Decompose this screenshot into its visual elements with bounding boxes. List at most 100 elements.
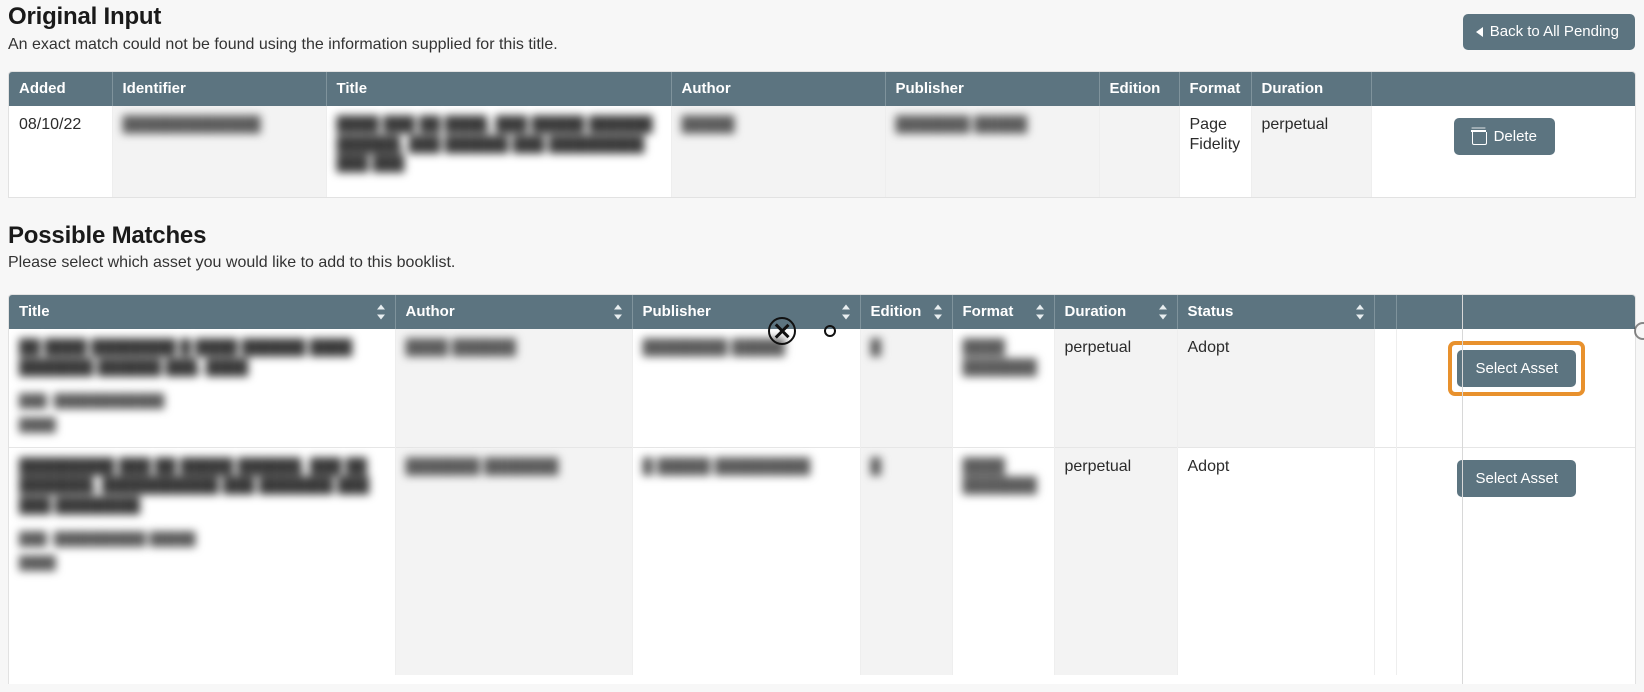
cell-spacer xyxy=(1374,446,1397,675)
sort-arrows-icon xyxy=(1035,304,1045,320)
col-header-author-label: Author xyxy=(405,303,455,320)
cell-added: 08/10/22 xyxy=(9,106,113,197)
cell-format: Page Fidelity xyxy=(1179,106,1252,197)
select-asset-label: Select Asset xyxy=(1475,360,1559,377)
col-header-publisher: Publisher xyxy=(885,72,1100,106)
col-header-title: Title xyxy=(326,72,672,106)
redacted-author: ████ ██████ xyxy=(405,339,516,356)
redacted-title-meta-2: ████ xyxy=(19,554,56,570)
small-circle-marker-icon xyxy=(824,325,836,337)
table-gutter-divider xyxy=(1462,294,1463,684)
redacted-publisher: ████████ █████ xyxy=(642,339,785,356)
cell-format: ████ ███████ xyxy=(952,446,1055,675)
redacted-identifier: █████████████ xyxy=(122,116,261,133)
col-header-publisher[interactable]: Publisher xyxy=(632,295,861,329)
col-header-identifier: Identifier xyxy=(112,72,327,106)
possible-matches-table-wrapper: Title Author Publisher Edition Format Du… xyxy=(8,294,1636,684)
back-to-all-pending-button[interactable]: Back to All Pending xyxy=(1462,14,1635,50)
back-button-label: Back to All Pending xyxy=(1489,23,1619,40)
original-input-heading: Original Input xyxy=(8,3,162,30)
col-header-edition: Edition xyxy=(1099,72,1180,106)
col-header-edition[interactable]: Edition xyxy=(860,295,953,329)
selection-highlight-box: Select Asset xyxy=(1448,341,1586,396)
original-input-table: Added Identifier Title Author Publisher … xyxy=(9,72,1635,197)
delete-button[interactable]: Delete xyxy=(1453,118,1555,155)
cell-identifier: █████████████ xyxy=(112,106,327,197)
col-header-actions xyxy=(1371,72,1635,106)
redacted-title-meta: ███: ████████████ xyxy=(19,393,165,408)
page-root: Original Input An exact match could not … xyxy=(0,0,1644,692)
cell-select-action: Select Asset xyxy=(1396,329,1635,447)
cell-publisher: ████████ █████ xyxy=(632,329,861,447)
table-row: 08/10/22 █████████████ ████ ███ ██ ████,… xyxy=(9,106,1635,197)
select-asset-label: Select Asset xyxy=(1475,469,1559,487)
select-asset-button[interactable]: Select Asset xyxy=(1457,459,1577,497)
col-header-duration-label: Duration xyxy=(1064,303,1127,320)
possible-matches-table: Title Author Publisher Edition Format Du… xyxy=(9,295,1635,675)
col-header-format: Format xyxy=(1179,72,1252,106)
cell-status: Adopt xyxy=(1177,329,1375,447)
cell-author: █████ xyxy=(671,106,886,197)
cell-edition xyxy=(1099,106,1180,197)
col-header-edition-label: Edition xyxy=(870,303,922,320)
cell-publisher: █ █████ █████████ xyxy=(632,446,861,675)
sort-arrows-icon xyxy=(841,304,851,320)
cell-status: Adopt xyxy=(1177,446,1375,675)
possible-matches-heading: Possible Matches xyxy=(8,222,207,249)
x-circle-marker-icon xyxy=(768,317,796,345)
col-header-format[interactable]: Format xyxy=(952,295,1055,329)
cell-author: ███████ ███████ xyxy=(395,446,633,675)
redacted-title: ████ ███ ██ ████, ███ █████ ██████ █████… xyxy=(336,116,653,172)
triangle-left-icon xyxy=(1475,26,1483,37)
col-header-duration: Duration xyxy=(1251,72,1372,106)
redacted-publisher: ███████ █████ xyxy=(895,116,1028,133)
sort-arrows-icon xyxy=(1158,304,1168,320)
possible-matches-subheading: Please select which asset you would like… xyxy=(8,254,456,271)
cell-duration: perpetual xyxy=(1251,106,1372,197)
cell-actions: Delete xyxy=(1371,106,1635,197)
col-header-spacer xyxy=(1374,295,1397,329)
col-header-publisher-label: Publisher xyxy=(642,303,711,320)
original-header-row: Added Identifier Title Author Publisher … xyxy=(9,72,1635,106)
col-header-author: Author xyxy=(671,72,886,106)
col-header-select xyxy=(1396,295,1635,329)
redacted-title-meta: ███: ██████████ █████ xyxy=(19,531,196,546)
sort-arrows-icon xyxy=(933,304,943,320)
table-row: █████████ ███ ██ █████ ██████, ███ ██ ██… xyxy=(9,446,1635,675)
cell-select-action: Select Asset xyxy=(1396,446,1635,675)
cell-title: ██ ████ ████████ █ ████ ██████ ████ ████… xyxy=(9,329,396,447)
col-header-added: Added xyxy=(9,72,113,106)
col-header-author[interactable]: Author xyxy=(395,295,633,329)
col-header-title[interactable]: Title xyxy=(9,295,396,329)
cell-publisher: ███████ █████ xyxy=(885,106,1100,197)
col-header-status[interactable]: Status xyxy=(1177,295,1375,329)
col-header-duration[interactable]: Duration xyxy=(1054,295,1178,329)
redacted-author: █████ xyxy=(681,116,735,133)
cell-format: ████ ███████ xyxy=(952,329,1055,447)
sort-arrows-icon xyxy=(376,304,386,320)
redacted-edition: █ xyxy=(870,339,882,356)
sort-arrows-icon xyxy=(613,304,623,320)
cell-edition: █ xyxy=(860,446,953,675)
table-row: ██ ████ ████████ █ ████ ██████ ████ ████… xyxy=(9,329,1635,447)
col-header-status-label: Status xyxy=(1187,303,1234,320)
delete-button-label: Delete xyxy=(1493,128,1537,145)
trash-icon xyxy=(1470,129,1487,145)
select-asset-button[interactable]: Select Asset xyxy=(1457,350,1577,387)
redacted-format: ████ ███████ xyxy=(962,339,1037,376)
redacted-publisher: █ █████ █████████ xyxy=(642,457,811,475)
redacted-edition: █ xyxy=(870,457,882,475)
col-header-format-label: Format xyxy=(962,303,1014,320)
cell-title: █████████ ███ ██ █████ ██████, ███ ██ ██… xyxy=(9,446,396,675)
cell-duration: perpetual xyxy=(1054,329,1178,447)
original-input-table-wrapper: Added Identifier Title Author Publisher … xyxy=(8,71,1636,198)
redacted-title-meta-2: ████ xyxy=(19,416,56,432)
cell-spacer xyxy=(1374,329,1397,447)
sort-arrows-icon xyxy=(1355,304,1365,320)
redacted-format: ████ ███████ xyxy=(962,457,1037,495)
cell-duration: perpetual xyxy=(1054,446,1178,675)
cell-edition: █ xyxy=(860,329,953,447)
matches-header-row: Title Author Publisher Edition Format Du… xyxy=(9,295,1635,329)
redacted-title: ██ ████ ████████ █ ████ ██████ ████ ████… xyxy=(19,339,353,376)
col-header-title-label: Title xyxy=(19,303,50,320)
